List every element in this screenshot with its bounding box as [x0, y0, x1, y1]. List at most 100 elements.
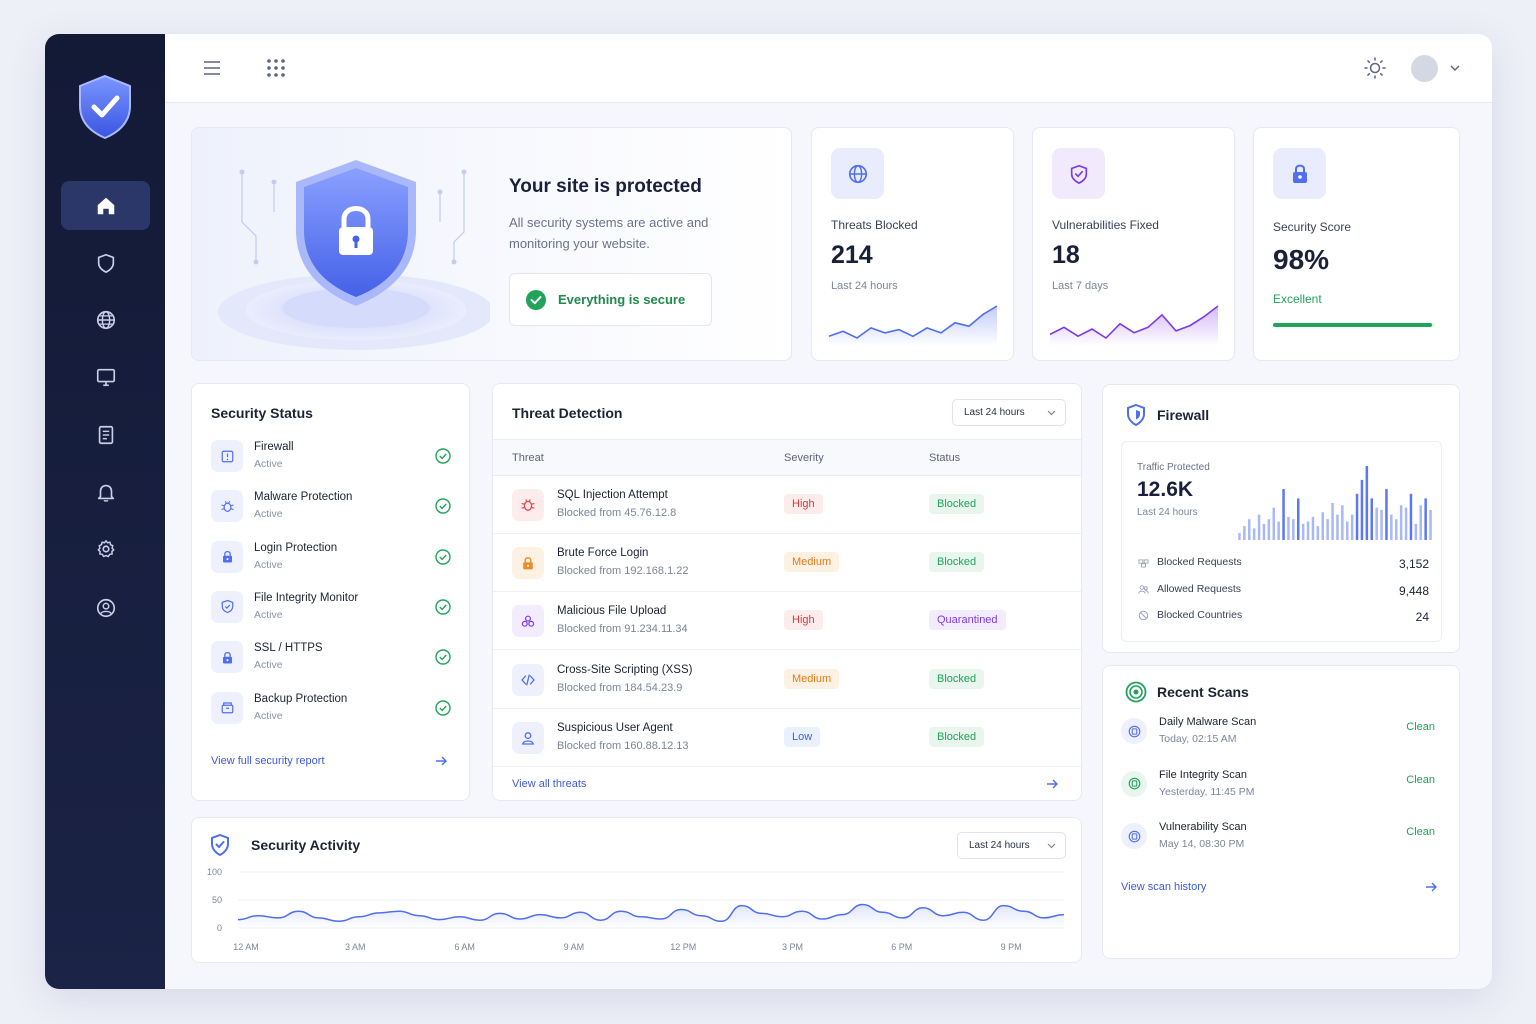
severity-badge: Medium — [784, 668, 840, 689]
nav-home[interactable] — [61, 181, 150, 230]
traffic-bar-chart — [1238, 466, 1432, 540]
status-item-state: Active — [254, 608, 283, 621]
view-security-report-link[interactable]: View full security report — [211, 755, 325, 767]
traffic-bar — [1385, 489, 1388, 540]
threat-source: Blocked from 45.76.12.8 — [557, 507, 677, 519]
status-item-icon — [211, 641, 243, 674]
sun-icon[interactable] — [1364, 57, 1386, 79]
table-header: Threat Severity Status — [493, 439, 1081, 476]
check-circle-icon — [435, 498, 451, 514]
lock-icon — [222, 551, 232, 563]
traffic-bar — [1311, 516, 1315, 540]
scan-item[interactable]: Vulnerability Scan May 14, 08:30 PM Clean — [1121, 821, 1439, 857]
nav-monitor[interactable] — [61, 352, 150, 401]
traffic-bar — [1404, 507, 1408, 540]
traffic-bar — [1336, 514, 1339, 540]
arrow-right-icon[interactable] — [435, 755, 447, 767]
bell-icon — [97, 484, 114, 502]
apps-grid-icon[interactable] — [266, 58, 286, 78]
home-icon — [97, 197, 114, 214]
table-row[interactable]: Cross-Site Scripting (XSS) Blocked from 1… — [493, 651, 1081, 709]
activity-period-select[interactable]: Last 24 hours — [957, 832, 1066, 859]
sidebar — [45, 34, 165, 989]
chevron-down-icon — [1047, 843, 1056, 849]
firewall-stat-value: 9,448 — [1398, 583, 1429, 598]
nav-settings[interactable] — [61, 524, 150, 573]
status-item[interactable]: Malware Protection Active — [211, 490, 454, 526]
scan-name: Vulnerability Scan — [1159, 821, 1247, 833]
table-row[interactable]: SQL Injection Attempt Blocked from 45.76.… — [493, 476, 1081, 534]
status-item-state: Active — [254, 458, 283, 470]
check-circle-icon — [435, 548, 451, 565]
traffic-bar — [1292, 519, 1295, 540]
hero-description: All security systems are active and moni… — [509, 215, 709, 251]
view-scan-history-link[interactable]: View scan history — [1121, 881, 1206, 893]
avatar[interactable] — [1411, 55, 1438, 82]
stat-value: 18 — [1052, 241, 1080, 269]
status-item[interactable]: File Integrity Monitor Active — [211, 590, 454, 627]
scan-icon — [1128, 830, 1140, 842]
scan-result: Clean — [1406, 721, 1435, 733]
stat-value: 214 — [831, 241, 873, 269]
protection-hero-card: Your site is protected All security syst… — [191, 127, 792, 361]
archive-icon — [221, 702, 233, 714]
y-tick-label: 50 — [212, 895, 222, 905]
top-bar — [165, 34, 1492, 103]
threat-source: Blocked from 184.54.23.9 — [557, 681, 683, 694]
lock-icon — [1273, 148, 1326, 199]
vulnerabilities-fixed-card: Vulnerabilities Fixed 18 Last 7 days — [1032, 127, 1235, 361]
check-circle-icon — [526, 290, 546, 310]
x-tick-label: 12 AM — [233, 942, 259, 952]
arrow-right-icon[interactable] — [1425, 881, 1437, 893]
x-tick-label: 9 AM — [564, 942, 585, 952]
arrow-right-icon[interactable] — [1046, 778, 1058, 790]
traffic-bar — [1277, 521, 1280, 540]
status-item-icon — [211, 590, 243, 623]
threat-source: Blocked from 160.88.12.13 — [557, 739, 689, 752]
traffic-bar — [1297, 498, 1300, 540]
traffic-bar — [1301, 523, 1305, 540]
traffic-period: Last 24 hours — [1137, 507, 1198, 518]
status-item-name: Malware Protection — [254, 491, 353, 504]
threat-detection-card: Threat Detection Last 24 hours Threat Se… — [492, 383, 1082, 801]
scan-item[interactable]: Daily Malware Scan Today, 02:15 AM Clean — [1121, 716, 1439, 752]
traffic-bar — [1331, 503, 1334, 540]
menu-icon[interactable] — [202, 58, 222, 78]
block-icon — [1137, 556, 1150, 574]
nav-shield[interactable] — [61, 238, 150, 287]
status-item[interactable]: Backup Protection Active — [211, 691, 454, 728]
status-item[interactable]: Login Protection Active — [211, 540, 454, 577]
status-item-icon — [211, 540, 243, 573]
status-item[interactable]: Firewall Active — [211, 440, 454, 476]
y-tick-label: 100 — [207, 867, 222, 877]
threat-period-select[interactable]: Last 24 hours — [952, 399, 1066, 426]
nav-bell[interactable] — [61, 467, 150, 516]
table-row[interactable]: Malicious File Upload Blocked from 91.234… — [493, 592, 1081, 651]
traffic-bar — [1380, 509, 1383, 540]
traffic-bar — [1399, 505, 1403, 540]
nav-document[interactable] — [61, 410, 150, 459]
x-tick-label: 6 AM — [454, 942, 475, 952]
recent-scans-card: Recent Scans Daily Malware Scan Today, 02… — [1102, 665, 1460, 959]
table-row[interactable]: Brute Force Login Blocked from 192.168.1.… — [493, 534, 1081, 593]
score-progress-fill — [1273, 323, 1432, 327]
table-row[interactable]: Suspicious User Agent Blocked from 160.88… — [493, 709, 1081, 767]
status-item[interactable]: SSL / HTTPS Active — [211, 641, 454, 677]
app-window: Your site is protected All security syst… — [45, 34, 1492, 989]
check-circle-icon — [435, 699, 451, 716]
traffic-bar — [1341, 505, 1344, 540]
score-rating: Excellent — [1273, 292, 1322, 306]
scan-item[interactable]: File Integrity Scan Yesterday, 11:45 PM Cl… — [1121, 769, 1439, 805]
threat-name: Cross-Site Scripting (XSS) — [557, 663, 693, 676]
firewall-stat-label: Blocked Requests — [1157, 556, 1242, 568]
shield-icon — [97, 253, 114, 273]
traffic-bar — [1409, 493, 1413, 540]
col-threat: Threat — [512, 452, 544, 464]
nav-profile[interactable] — [61, 583, 150, 632]
ban-icon — [1138, 610, 1149, 621]
chevron-down-icon[interactable] — [1450, 65, 1460, 72]
nav-globe[interactable] — [61, 295, 150, 344]
view-all-threats-link[interactable]: View all threats — [512, 778, 586, 790]
status-item-name: File Integrity Monitor — [254, 591, 359, 604]
shield-check-icon — [221, 600, 233, 614]
